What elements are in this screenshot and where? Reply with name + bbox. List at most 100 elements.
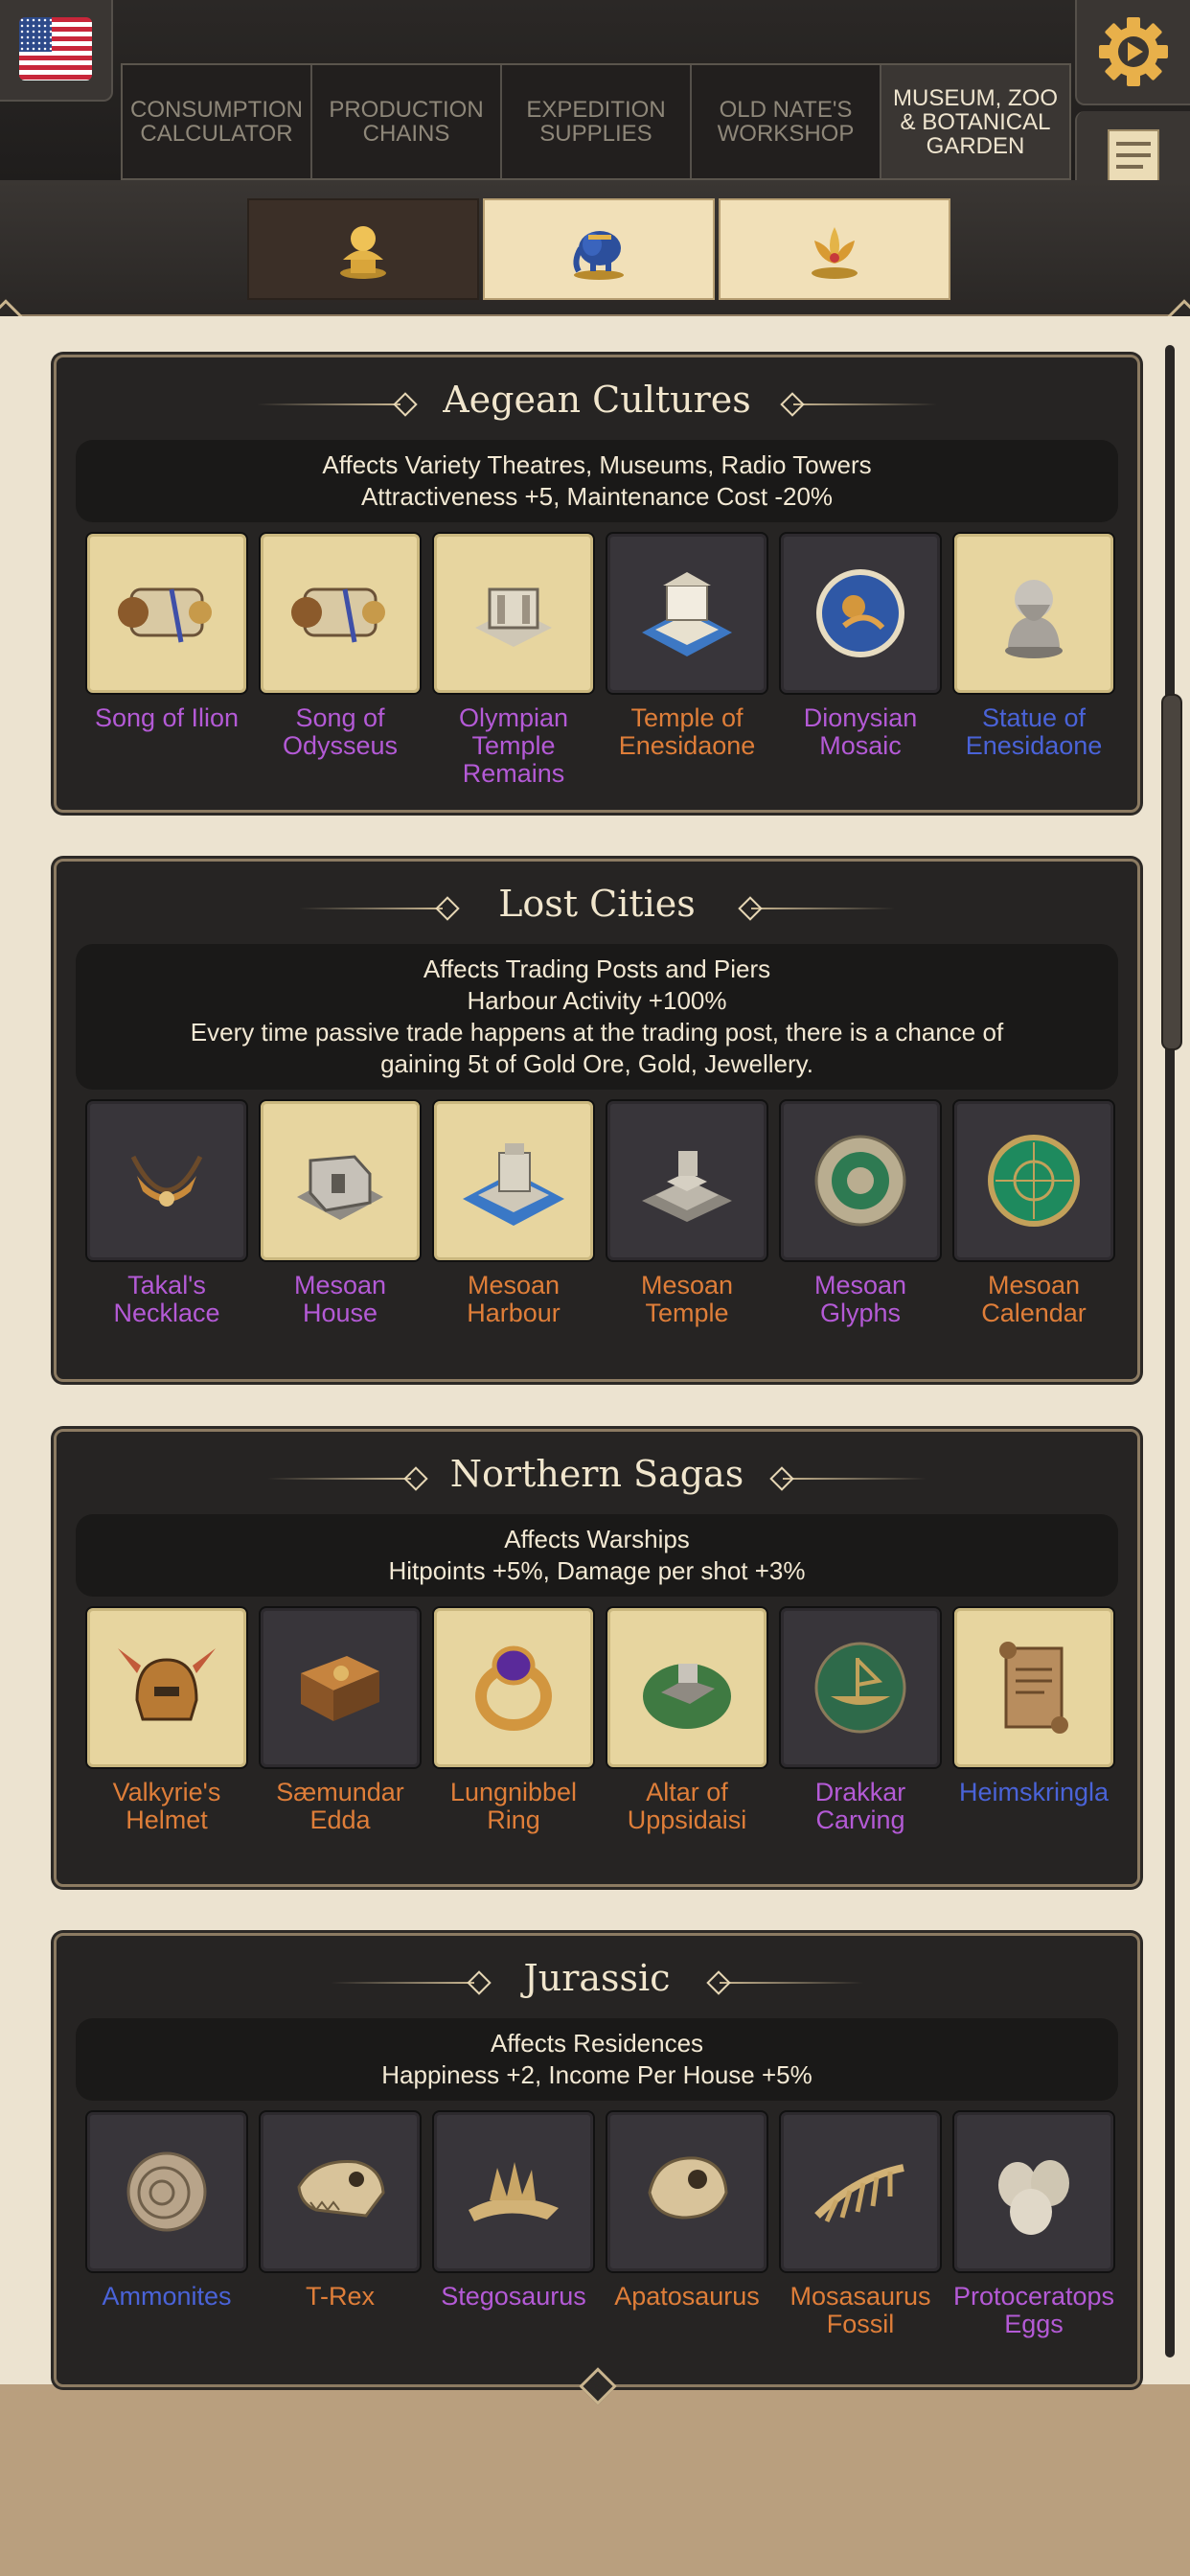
item-name: Altar of Uppsidaisi bbox=[627, 1778, 747, 1834]
scrollbar[interactable] bbox=[1165, 345, 1175, 2358]
tab-zoo[interactable] bbox=[483, 198, 715, 300]
item-name: Song of Ilion bbox=[94, 703, 240, 732]
collection-item[interactable]: Mesoan Harbour bbox=[432, 1099, 595, 1327]
tab-production-chains[interactable]: Production Chains bbox=[312, 65, 502, 178]
item-name: Temple of Enesidaone bbox=[618, 703, 756, 760]
item-name: Valkyrie's Helmet bbox=[112, 1778, 221, 1834]
collection-item[interactable]: Takal's Necklace bbox=[85, 1099, 248, 1327]
ammonite-icon bbox=[85, 2110, 248, 2273]
collection-item[interactable]: Drakkar Carving bbox=[779, 1606, 942, 1834]
gear-play-icon bbox=[1099, 17, 1168, 86]
collection-item[interactable]: Protoceratops Eggs bbox=[952, 2110, 1115, 2338]
item-name: Apatosaurus bbox=[614, 2282, 760, 2311]
title-ornament bbox=[331, 1982, 474, 1984]
temple-icon bbox=[606, 532, 768, 695]
calendar-disc-icon bbox=[952, 1099, 1115, 1262]
collection-title: Jurassic bbox=[523, 1957, 671, 1999]
effect-line: Affects Warships bbox=[504, 1525, 690, 1553]
bust-icon bbox=[340, 226, 386, 279]
effect-line: Attractiveness +5, Maintenance Cost -20% bbox=[360, 482, 834, 511]
effect-line: Affects Trading Posts and Piers bbox=[423, 954, 771, 983]
item-name: Olympian Temple Remains bbox=[458, 703, 569, 788]
pyramid-temple-icon bbox=[606, 1099, 768, 1262]
effect-line: Hitpoints +5%, Damage per shot +3% bbox=[388, 1556, 806, 1585]
title-ornament bbox=[257, 403, 400, 405]
ring-icon bbox=[432, 1606, 595, 1769]
collection-item[interactable]: Dionysian Mosaic bbox=[779, 532, 942, 788]
collection-item[interactable]: Mesoan House bbox=[259, 1099, 422, 1327]
collection-item[interactable]: Heimskringla bbox=[952, 1606, 1115, 1834]
glyph-disc-icon bbox=[779, 1099, 942, 1262]
item-name: Mesoan Harbour bbox=[467, 1271, 561, 1327]
item-name: T-Rex bbox=[305, 2282, 375, 2311]
collection-panel: Lost Cities Affects Trading Posts and Pie… bbox=[54, 859, 1140, 1382]
collection-item[interactable]: Mesoan Calendar bbox=[952, 1099, 1115, 1327]
language-button[interactable] bbox=[0, 0, 113, 102]
effect-line: gaining 5t of Gold Ore, Gold, Jewellery. bbox=[380, 1049, 813, 1078]
scrollbar-thumb[interactable] bbox=[1161, 694, 1182, 1050]
parchment-icon bbox=[952, 1606, 1115, 1769]
collection-items: Ammonites T-Rex Stegosaurus Apatosaurus Mosa… bbox=[85, 2110, 1115, 2338]
collection-item[interactable]: Lungnibbel Ring bbox=[432, 1606, 595, 1834]
collection-panel: Northern Sagas Affects Warships Hitpoints … bbox=[54, 1429, 1140, 1887]
item-name: Mesoan House bbox=[293, 1271, 387, 1327]
item-name: Mesoan Glyphs bbox=[813, 1271, 907, 1327]
collection-item[interactable]: Mesoan Glyphs bbox=[779, 1099, 942, 1327]
collection-items: Valkyrie's Helmet Sæmundar Edda Lungnibbel… bbox=[85, 1606, 1115, 1834]
collection-item[interactable]: Temple of Enesidaone bbox=[606, 532, 768, 788]
elephant-icon bbox=[573, 231, 624, 280]
fossil-icon bbox=[779, 2110, 942, 2273]
collection-item[interactable]: Ammonites bbox=[85, 2110, 248, 2338]
title-ornament bbox=[783, 1478, 927, 1480]
collection-item[interactable]: Olympian Temple Remains bbox=[432, 532, 595, 788]
tab-botanical-garden[interactable] bbox=[719, 198, 950, 300]
scroll-icon bbox=[259, 532, 422, 695]
collection-effects: Affects Warships Hitpoints +5%, Damage pe… bbox=[76, 1514, 1118, 1597]
collection-panel: Jurassic Affects Residences Happiness +2, … bbox=[54, 1933, 1140, 2387]
scroll-icon bbox=[85, 532, 248, 695]
collection-item[interactable]: Stegosaurus bbox=[432, 2110, 595, 2338]
tab-old-nates-workshop[interactable]: Old Nate's Workshop bbox=[692, 65, 881, 178]
tab-consumption-calculator[interactable]: Consumption Calculator bbox=[123, 65, 312, 178]
collection-effects: Affects Trading Posts and Piers Harbour A… bbox=[76, 944, 1118, 1090]
category-tabs bbox=[247, 198, 954, 300]
tab-expedition-supplies[interactable]: Expedition Supplies bbox=[502, 65, 692, 178]
collection-title: Northern Sagas bbox=[449, 1453, 744, 1495]
collection-items: Takal's Necklace Mesoan House Mesoan Harbo… bbox=[85, 1099, 1115, 1327]
main-tabs: Consumption Calculator Production Chains… bbox=[121, 63, 1071, 180]
ship-carving-icon bbox=[779, 1606, 942, 1769]
collection-panel: Aegean Cultures Affects Variety Theatres,… bbox=[54, 355, 1140, 813]
collection-item[interactable]: Valkyrie's Helmet bbox=[85, 1606, 248, 1834]
title-ornament bbox=[267, 1478, 411, 1480]
lotus-icon bbox=[812, 227, 858, 279]
settings-button[interactable] bbox=[1075, 0, 1190, 105]
collection-item[interactable]: Statue of Enesidaone bbox=[952, 532, 1115, 788]
book-icon bbox=[259, 1606, 422, 1769]
collection-item[interactable]: Sæmundar Edda bbox=[259, 1606, 422, 1834]
eggs-icon bbox=[952, 2110, 1115, 2273]
item-name: Takal's Necklace bbox=[113, 1271, 220, 1327]
statue-icon bbox=[952, 532, 1115, 695]
tab-museum-zoo-garden[interactable]: Museum, Zoo & Botanical Garden bbox=[881, 65, 1069, 178]
item-name: Protoceratops Eggs bbox=[952, 2282, 1115, 2338]
item-name: Ammonites bbox=[102, 2282, 232, 2311]
collection-item[interactable]: Altar of Uppsidaisi bbox=[606, 1606, 768, 1834]
collection-item[interactable]: Song of Odysseus bbox=[259, 532, 422, 788]
stegosaurus-icon bbox=[432, 2110, 595, 2273]
item-name: Mosasaurus Fossil bbox=[790, 2282, 931, 2338]
item-name: Song of Odysseus bbox=[282, 703, 399, 760]
effect-line: Affects Residences bbox=[490, 2029, 704, 2058]
title-ornament bbox=[793, 403, 937, 405]
collection-items: Song of Ilion Song of Odysseus Olympian Te… bbox=[85, 532, 1115, 788]
collection-item[interactable]: Mosasaurus Fossil bbox=[779, 2110, 942, 2338]
title-ornament bbox=[751, 908, 895, 909]
item-name: Stegosaurus bbox=[441, 2282, 586, 2311]
item-name: Mesoan Calendar bbox=[981, 1271, 1087, 1327]
collection-item[interactable]: Song of Ilion bbox=[85, 532, 248, 788]
collection-item[interactable]: T-Rex bbox=[259, 2110, 422, 2338]
collection-effects: Affects Residences Happiness +2, Income P… bbox=[76, 2018, 1118, 2101]
collection-item[interactable]: Apatosaurus bbox=[606, 2110, 768, 2338]
tab-museum[interactable] bbox=[247, 198, 479, 300]
top-bar: Consumption Calculator Production Chains… bbox=[0, 0, 1190, 180]
collection-item[interactable]: Mesoan Temple bbox=[606, 1099, 768, 1327]
